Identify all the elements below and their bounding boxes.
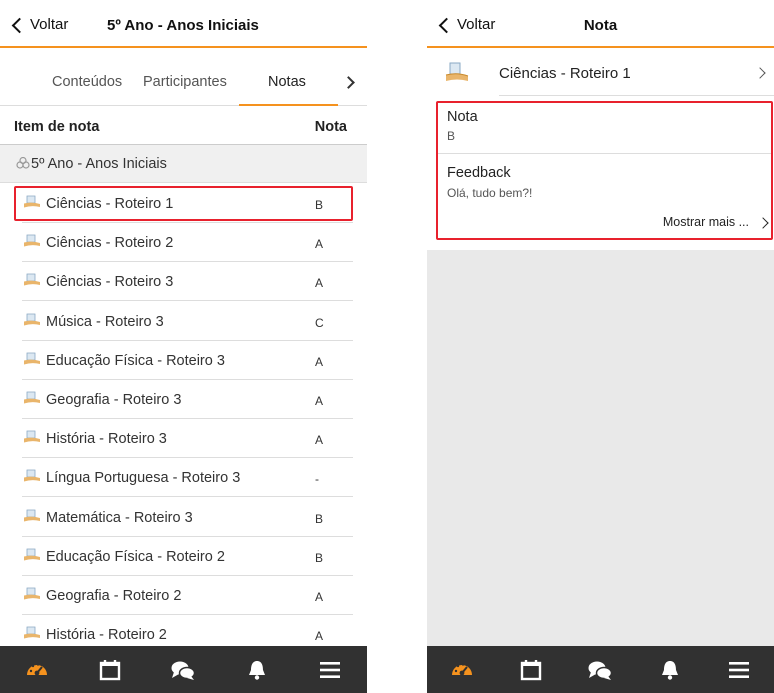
grade-item-label: Geografia - Roteiro 2 — [46, 588, 182, 604]
bell-icon[interactable] — [650, 650, 690, 690]
grade-value: B — [447, 129, 456, 143]
calendar-icon[interactable] — [90, 650, 130, 690]
divider — [438, 153, 771, 154]
grade-item-label: História - Roteiro 3 — [46, 431, 167, 448]
grade-value: A — [315, 354, 324, 369]
tab-bar: Conteúdos Participantes Notas — [0, 50, 367, 106]
table-row[interactable]: Educação Física - Roteiro 3 A — [22, 341, 353, 380]
grade-item-label: Língua Portuguesa - Roteiro 3 — [46, 470, 241, 487]
table-row[interactable]: Língua Portuguesa - Roteiro 3 - — [22, 458, 353, 498]
feedback-title: Feedback — [447, 165, 511, 181]
course-icon — [16, 156, 30, 172]
assignment-icon — [24, 509, 40, 522]
assignment-icon — [24, 313, 40, 326]
menu-icon[interactable] — [719, 650, 759, 690]
tab-notas[interactable]: Notas — [268, 74, 306, 90]
table-row[interactable]: História - Roteiro 3 A — [22, 419, 353, 459]
grade-item-label: Educação Física - Roteiro 2 — [46, 548, 225, 565]
active-tab-indicator — [239, 104, 338, 106]
grades-screen: Voltar 5º Ano - Anos Iniciais Conteúdos … — [0, 0, 367, 693]
assignment-icon — [24, 391, 40, 404]
grade-value: A — [315, 629, 324, 644]
assignment-icon — [24, 469, 40, 482]
assignment-icon — [24, 430, 40, 443]
grade-item-label: Ciências - Roteiro 2 — [46, 235, 174, 252]
column-header-item: Item de nota — [14, 119, 100, 135]
back-button[interactable]: Voltar — [11, 16, 69, 33]
grade-value: B — [315, 550, 324, 565]
header: Voltar 5º Ano - Anos Iniciais — [0, 0, 367, 48]
grade-item-label: Ciências - Roteiro 3 — [46, 274, 174, 291]
assignment-icon — [24, 587, 40, 600]
chevron-left-icon — [11, 17, 28, 33]
tab-participantes[interactable]: Participantes — [143, 74, 227, 90]
show-more-button[interactable]: Mostrar mais ... — [663, 215, 749, 229]
table-row[interactable]: Educação Física - Roteiro 2 B — [22, 537, 353, 576]
dashboard-icon[interactable] — [442, 650, 482, 690]
bottom-tabbar — [0, 646, 367, 693]
calendar-icon[interactable] — [511, 650, 551, 690]
dashboard-icon[interactable] — [17, 650, 57, 690]
grade-item-link[interactable]: Ciências - Roteiro 1 — [427, 50, 774, 96]
menu-icon[interactable] — [310, 650, 350, 690]
highlight-box — [14, 186, 353, 221]
table-row[interactable]: Ciências - Roteiro 2 A — [22, 223, 353, 263]
grade-item-label: Música - Roteiro 3 — [46, 313, 164, 330]
feedback-value: Olá, tudo bem?! — [447, 186, 533, 200]
column-header-grade: Nota — [314, 119, 347, 135]
course-row: 5º Ano - Anos Iniciais — [0, 145, 367, 183]
grade-item-label: Geografia - Roteiro 3 — [46, 392, 182, 408]
grade-value: A — [315, 590, 324, 604]
grade-value: A — [315, 276, 324, 291]
grade-item-label: Educação Física - Roteiro 3 — [46, 352, 225, 369]
grade-value: A — [315, 433, 324, 448]
grade-value: A — [315, 394, 324, 408]
grade-value: C — [315, 315, 324, 330]
tab-conteudos[interactable]: Conteúdos — [52, 74, 122, 90]
chevron-right-icon — [757, 217, 769, 229]
page-title: 5º Ano - Anos Iniciais — [107, 17, 259, 34]
chevron-right-icon — [754, 67, 766, 79]
grade-value: - — [315, 472, 319, 487]
grade-item-label: História - Roteiro 2 — [46, 627, 167, 644]
assignment-icon — [24, 352, 40, 365]
back-label: Voltar — [30, 16, 69, 33]
table-header: Item de nota Nota — [0, 107, 367, 145]
table-row[interactable]: Geografia - Roteiro 2 A — [22, 576, 353, 615]
table-row[interactable]: Geografia - Roteiro 3 A — [22, 380, 353, 419]
course-label: 5º Ano - Anos Iniciais — [31, 156, 167, 172]
grade-item-label: Matemática - Roteiro 3 — [46, 509, 193, 526]
messages-icon[interactable] — [163, 650, 203, 690]
grade-item-label: Ciências - Roteiro 1 — [499, 65, 631, 82]
header: Voltar Nota — [427, 0, 774, 48]
assignment-icon — [24, 273, 40, 286]
grade-value: B — [315, 511, 324, 526]
assignment-icon — [24, 234, 40, 247]
bottom-tabbar — [427, 646, 774, 693]
divider — [499, 95, 774, 96]
assignment-icon — [24, 626, 40, 639]
grade-title: Nota — [447, 109, 478, 125]
messages-icon[interactable] — [580, 650, 620, 690]
chevron-right-icon[interactable] — [342, 76, 355, 89]
table-row[interactable]: Ciências - Roteiro 3 A — [22, 262, 353, 302]
table-row[interactable]: Música - Roteiro 3 C — [22, 302, 353, 341]
content-background — [427, 250, 774, 646]
grade-detail-screen: Voltar Nota Ciências - Roteiro 1 Nota B … — [427, 0, 774, 693]
bell-icon[interactable] — [237, 650, 277, 690]
page-title: Nota — [583, 17, 618, 34]
grade-detail-box: Nota B Feedback Olá, tudo bem?! Mostrar … — [436, 101, 773, 240]
table-row[interactable]: Matemática - Roteiro 3 B — [22, 498, 353, 537]
assignment-icon — [445, 61, 469, 83]
grade-value: A — [315, 237, 324, 252]
assignment-icon — [24, 548, 40, 561]
